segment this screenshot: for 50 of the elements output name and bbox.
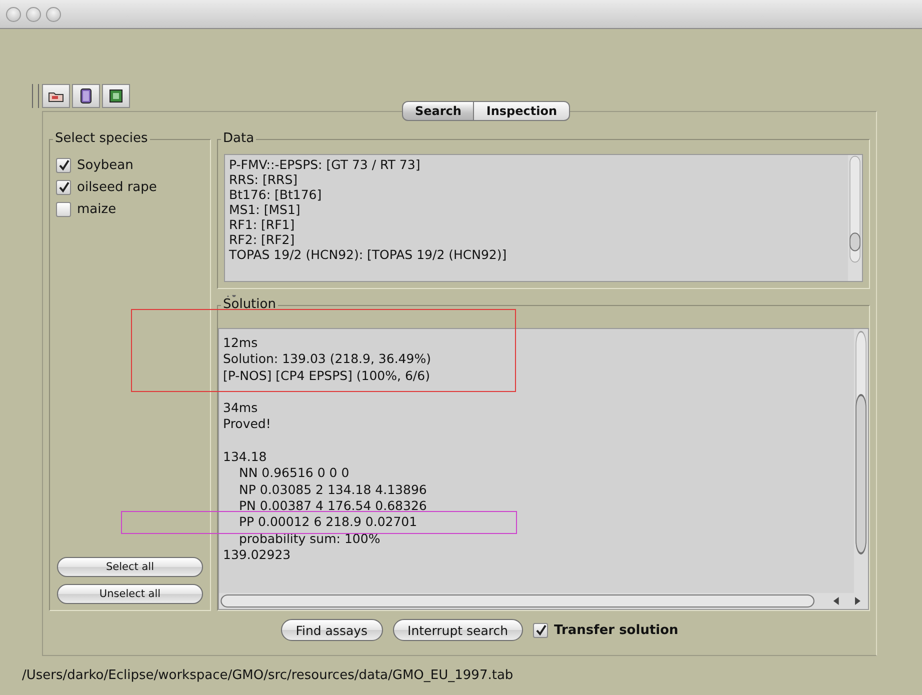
checkbox[interactable] — [56, 158, 71, 172]
tab[interactable]: Search — [402, 101, 474, 121]
solution-line: NP 0.03085 2 134.18 4.13896 — [239, 482, 428, 498]
vertical-scrollbar[interactable] — [854, 329, 868, 593]
checkmark-icon — [534, 624, 547, 636]
spreadsheet-icon — [109, 89, 123, 103]
checkbox[interactable] — [56, 202, 71, 216]
solution-line: 34ms — [223, 400, 259, 416]
close-icon[interactable] — [6, 6, 21, 22]
button[interactable]: Interrupt search — [392, 619, 524, 641]
solution-line: Solution: 139.03 (218.9, 36.49%) — [223, 351, 432, 368]
tab[interactable]: Inspection — [474, 101, 570, 121]
solution-line: probability sum: 100% — [239, 530, 382, 547]
solution-line: PN 0.00387 4 176.54 0.68326 — [239, 498, 428, 514]
checkbox[interactable] — [533, 622, 548, 638]
file-path: /Users/darko/Eclipse/workspace/GMO/src/resources/data/GMO_EU_1997.tab — [22, 668, 514, 683]
button[interactable]: Find assays — [280, 619, 383, 641]
data-line: RF1: [RF1] — [229, 217, 296, 232]
book-icon — [80, 88, 92, 104]
solution-line: 139.02923 — [223, 546, 292, 564]
solution-line: NN 0.96516 0 0 0 — [239, 465, 350, 482]
checkmark-icon — [58, 159, 70, 171]
solution-line: 12ms — [223, 335, 259, 352]
checkmark-icon — [58, 181, 70, 193]
minimize-icon[interactable] — [26, 6, 41, 22]
solution-line: PP 0.00012 6 218.9 0.02701 — [239, 514, 418, 531]
checkbox-label[interactable]: oilseed rape — [77, 180, 157, 194]
data-line: TOPAS 19/2 (HCN92): [TOPAS 19/2 (HCN92)] — [229, 247, 508, 262]
button[interactable]: Select all — [57, 557, 203, 577]
data-line: P-FMV::-EPSPS: [GT 73 / RT 73] — [229, 157, 422, 172]
checkbox-label[interactable]: maize — [77, 202, 116, 216]
data-line: MS1: [MS1] — [229, 202, 302, 217]
zoom-icon[interactable] — [46, 6, 61, 22]
toolbar-button[interactable] — [72, 84, 100, 108]
solution-line: Proved! — [223, 416, 272, 433]
horizontal-scrollbar[interactable] — [219, 593, 868, 609]
checkbox[interactable] — [56, 180, 71, 194]
checkbox-label[interactable]: Transfer solution — [554, 622, 678, 638]
solution-line: [P-NOS] [CP4 EPSPS] (100%, 6/6) — [223, 368, 431, 384]
vertical-scrollbar[interactable] — [848, 155, 862, 281]
checkbox-label[interactable]: Soybean — [77, 158, 134, 172]
solution-line: 134.18 — [223, 449, 268, 466]
button[interactable]: Unselect all — [57, 584, 203, 604]
data-line: RRS: [RRS] — [229, 172, 299, 187]
group-title: Select species — [53, 131, 150, 146]
data-line: Bt176: [Bt176] — [229, 187, 323, 202]
toolbar-grip[interactable] — [32, 84, 39, 108]
toolbar-button[interactable] — [102, 84, 130, 108]
toolbar-button[interactable] — [42, 84, 70, 108]
data-line: RF2: [RF2] — [229, 232, 296, 247]
